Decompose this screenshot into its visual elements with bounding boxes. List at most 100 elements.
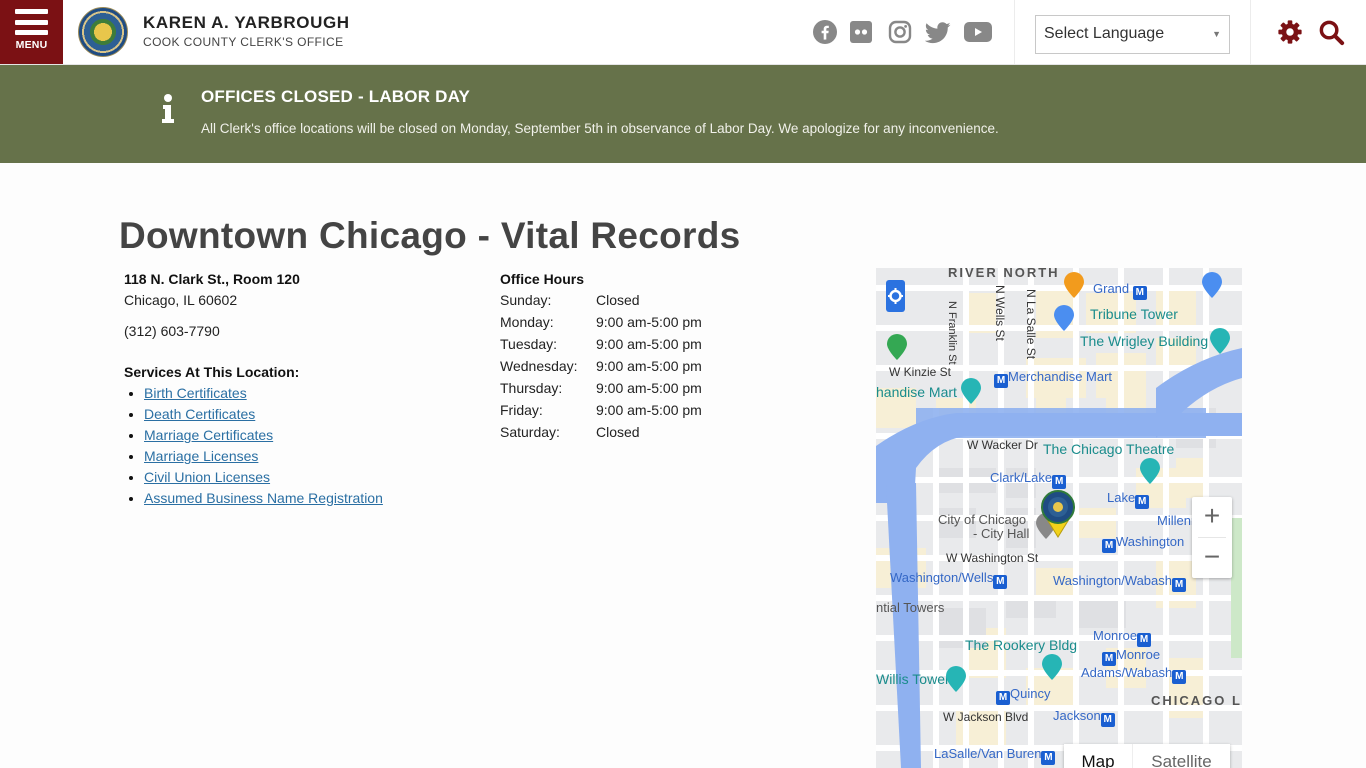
- header-divider: [1250, 0, 1251, 64]
- metro-icon: M: [1041, 751, 1056, 765]
- brand-name[interactable]: KAREN A. YARBROUGH: [143, 13, 350, 33]
- map-label: N Franklin St: [946, 301, 958, 365]
- search-icon[interactable]: [1318, 19, 1346, 47]
- station-name: Jackson: [1053, 708, 1101, 723]
- station-name: Quincy: [1010, 686, 1051, 701]
- map-label-station: Lake M: [1107, 490, 1150, 509]
- list-item: Marriage Licenses: [144, 448, 383, 469]
- hours-day: Thursday:: [500, 380, 563, 396]
- hours-row: Monday: 9:00 am-5:00 pm: [500, 314, 702, 336]
- hours-row: Tuesday: 9:00 am-5:00 pm: [500, 336, 702, 358]
- map-type-satellite-button[interactable]: Satellite: [1132, 744, 1230, 768]
- hours-time: Closed: [596, 292, 640, 308]
- station-name: Monroe: [1093, 628, 1138, 643]
- twitter-icon[interactable]: [924, 21, 951, 45]
- zoom-out-button[interactable]: −: [1192, 538, 1232, 578]
- metro-icon: M: [1132, 286, 1147, 300]
- hours-day: Sunday:: [500, 292, 552, 308]
- metro-icon: M: [1102, 539, 1116, 553]
- flickr-icon[interactable]: [850, 21, 872, 43]
- services-list: Birth Certificates Death Certificates Ma…: [144, 385, 383, 511]
- park-pin-icon[interactable]: [887, 334, 907, 360]
- phone-number: (312) 603-7790: [124, 323, 220, 339]
- map-label-station: Adams/Wabash M: [1081, 665, 1187, 684]
- hours-time: 9:00 am-5:00 pm: [596, 336, 702, 352]
- station-name: Lake: [1107, 490, 1136, 505]
- camera-pin-icon[interactable]: [1210, 328, 1230, 354]
- metro-icon: M: [1102, 652, 1116, 666]
- alert-message: All Clerk's office locations will be clo…: [201, 121, 999, 136]
- hours-time: 9:00 am-5:00 pm: [596, 358, 702, 374]
- landmark-pin-icon[interactable]: [961, 378, 981, 404]
- address-line-2: Chicago, IL 60602: [124, 292, 238, 308]
- map-label-station: Washington/Wells M: [890, 570, 1008, 589]
- map-label: - City Hall: [973, 526, 1030, 541]
- list-item: Civil Union Licenses: [144, 469, 383, 490]
- shopping-pin-icon[interactable]: [1202, 272, 1222, 298]
- zoom-in-button[interactable]: +: [1192, 497, 1232, 537]
- map-label: RIVER NORTH: [948, 268, 1060, 280]
- map-label: The Rookery Bldg: [965, 637, 1078, 653]
- restaurant-pin-icon[interactable]: [1064, 272, 1084, 298]
- service-link-marriage-certificates[interactable]: Marriage Certificates: [144, 427, 273, 443]
- page-title: Downtown Chicago - Vital Records: [119, 215, 741, 256]
- map-type-control: Map Satellite: [1064, 744, 1230, 768]
- map-label-station: M Washington: [1102, 534, 1184, 553]
- list-item: Death Certificates: [144, 406, 383, 427]
- map-label-station: M Quincy: [996, 686, 1050, 705]
- map-type-map-button[interactable]: Map: [1064, 744, 1132, 768]
- service-link-marriage-licenses[interactable]: Marriage Licenses: [144, 448, 258, 464]
- landmark-pin-icon[interactable]: [1042, 654, 1062, 680]
- map-label-station: M Merchandise Mart: [994, 369, 1112, 388]
- youtube-icon[interactable]: [964, 22, 992, 42]
- map-zoom-control: + −: [1192, 497, 1232, 578]
- map-label-station: Grand M: [1093, 281, 1147, 300]
- alert-title: OFFICES CLOSED - LABOR DAY: [201, 87, 471, 106]
- hours-row: Wednesday: 9:00 am-5:00 pm: [500, 358, 702, 380]
- menu-button[interactable]: MENU: [0, 0, 63, 64]
- language-select-value: Select Language: [1044, 25, 1165, 42]
- station-name: Merchandise Mart: [1008, 369, 1113, 384]
- facebook-icon[interactable]: [812, 20, 838, 44]
- metro-icon: M: [994, 374, 1008, 388]
- hamburger-icon-bar: [15, 30, 48, 35]
- service-link-civil-union-licenses[interactable]: Civil Union Licenses: [144, 469, 270, 485]
- hours-time: 9:00 am-5:00 pm: [596, 380, 702, 396]
- map-label-station: Washington/Wabash M: [1053, 573, 1186, 592]
- hours-row: Sunday: Closed: [500, 292, 702, 314]
- language-select[interactable]: Select Language ▼: [1035, 15, 1230, 54]
- hours-day: Saturday:: [500, 424, 560, 440]
- list-item: Birth Certificates: [144, 385, 383, 406]
- theater-pin-icon[interactable]: [1140, 458, 1160, 484]
- map-label-station: M Monroe: [1102, 647, 1160, 666]
- gear-icon[interactable]: [1277, 19, 1305, 47]
- county-seal-logo[interactable]: [78, 7, 128, 57]
- map-label-station: Jackson M: [1053, 708, 1115, 727]
- service-link-assumed-business-name[interactable]: Assumed Business Name Registration: [144, 490, 383, 506]
- menu-label: MENU: [15, 39, 48, 51]
- metro-icon: M: [1172, 670, 1187, 684]
- map-label-station: LaSalle/Van Buren M: [934, 746, 1056, 765]
- hours-day: Friday:: [500, 402, 543, 418]
- hours-time: 9:00 am-5:00 pm: [596, 402, 702, 418]
- camera-pin-icon[interactable]: [946, 666, 966, 692]
- location-map[interactable]: RIVER NORTH N Franklin St N Wells St N L…: [876, 268, 1242, 768]
- office-hours-heading: Office Hours: [500, 271, 585, 287]
- service-link-birth-certificates[interactable]: Birth Certificates: [144, 385, 247, 401]
- services-heading: Services At This Location:: [124, 364, 300, 380]
- map-label: N Wells St: [993, 285, 1007, 341]
- metro-icon: M: [1137, 633, 1152, 647]
- shopping-pin-icon[interactable]: [1054, 305, 1074, 331]
- location-marker-icon[interactable]: [1041, 490, 1075, 538]
- instagram-icon[interactable]: [888, 20, 912, 44]
- service-link-death-certificates[interactable]: Death Certificates: [144, 406, 255, 422]
- brand-subtitle: COOK COUNTY CLERK'S OFFICE: [143, 35, 344, 49]
- address-line-1: 118 N. Clark St., Room 120: [124, 271, 300, 287]
- metro-icon: M: [993, 575, 1008, 589]
- station-name: Clark/Lake: [990, 470, 1053, 485]
- map-label-station: Clark/Lake M: [990, 470, 1067, 489]
- hours-day: Monday:: [500, 314, 554, 330]
- map-label: W Kinzie St: [889, 365, 952, 379]
- station-name: Grand: [1093, 281, 1130, 296]
- locate-me-button[interactable]: [886, 280, 905, 312]
